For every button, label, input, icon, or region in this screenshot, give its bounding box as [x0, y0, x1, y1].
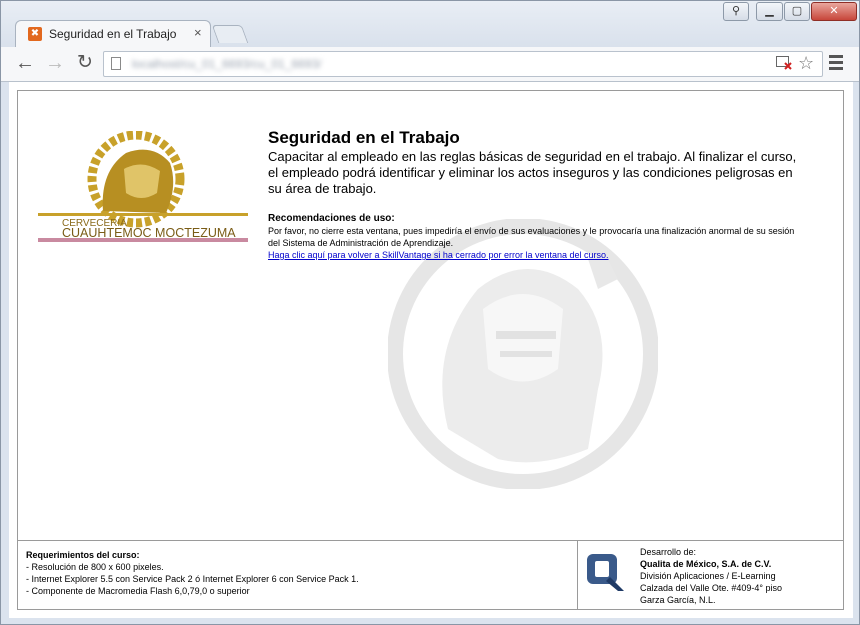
blocked-content-icon[interactable]	[776, 56, 792, 70]
course-title: Seguridad en el Trabajo	[268, 128, 460, 147]
menu-icon[interactable]	[829, 55, 843, 73]
close-window-button[interactable]: ✕	[811, 2, 857, 21]
course-description: Capacitar al empleado en las reglas bási…	[268, 149, 797, 196]
url-text[interactable]: localhost/cu_01_6693/cu_01_6693/	[132, 57, 322, 71]
new-tab-button[interactable]	[211, 25, 249, 43]
minimize-button[interactable]: ▁	[756, 2, 783, 21]
requirement-item: - Componente de Macromedia Flash 6,0,79,…	[26, 586, 250, 596]
requirements-title: Requerimientos del curso:	[26, 550, 140, 560]
page-icon	[111, 57, 121, 70]
tab-title: Seguridad en el Trabajo	[49, 27, 177, 41]
developer-label: Desarrollo de:	[640, 547, 697, 557]
maximize-button[interactable]: ▢	[784, 2, 810, 21]
browser-window: ✖ Seguridad en el Trabajo × ⚲ ▁ ▢ ✕ ← → …	[0, 0, 860, 625]
xampp-favicon-icon: ✖	[28, 27, 42, 41]
cerveceria-logo: CERVECERIA CUAUHTEMOC MOCTEZUMA	[38, 131, 248, 242]
back-arrow-icon[interactable]: ←	[13, 52, 37, 76]
developer-city: Garza García, N.L.	[640, 595, 716, 605]
recommendations-title: Recomendaciones de uso:	[268, 213, 395, 224]
footer-bar: Requerimientos del curso: - Resolución d…	[18, 540, 843, 609]
page-viewport: CERVECERIA CUAUHTEMOC MOCTEZUMA Segurida…	[9, 82, 853, 618]
forward-arrow-icon[interactable]: →	[43, 52, 67, 76]
address-bar[interactable]: localhost/cu_01_6693/cu_01_6693/ ☆	[103, 51, 823, 77]
tab-close-icon[interactable]: ×	[194, 26, 202, 40]
recommendations-text: Por favor, no cierre esta ventana, pues …	[268, 226, 795, 248]
footer-divider	[577, 541, 578, 609]
course-frame: CERVECERIA CUAUHTEMOC MOCTEZUMA Segurida…	[17, 90, 844, 610]
user-profile-button[interactable]: ⚲	[723, 2, 749, 21]
return-to-skillvantage-link[interactable]: Haga clic aquí para volver a SkillVantag…	[268, 250, 609, 260]
logo-text-line2: CUAUHTEMOC MOCTEZUMA	[62, 226, 236, 240]
requirement-item: - Resolución de 800 x 600 pixeles.	[26, 562, 164, 572]
qualita-logo	[587, 554, 624, 591]
reload-icon[interactable]: ↻	[73, 52, 97, 76]
tab-course[interactable]: ✖ Seguridad en el Trabajo ×	[15, 20, 211, 47]
developer-division: División Aplicaciones / E-Learning	[640, 571, 776, 581]
title-bar: ✖ Seguridad en el Trabajo × ⚲ ▁ ▢ ✕	[1, 1, 859, 47]
developer-company: Qualita de México, S.A. de C.V.	[640, 559, 772, 569]
developer-address: Calzada del Valle Ote. #409-4° piso	[640, 583, 783, 593]
requirement-item: - Internet Explorer 5.5 con Service Pack…	[26, 574, 359, 584]
browser-toolbar: ← → ↻ localhost/cu_01_6693/cu_01_6693/ ☆	[1, 47, 859, 82]
bookmark-star-icon[interactable]: ☆	[798, 53, 814, 73]
